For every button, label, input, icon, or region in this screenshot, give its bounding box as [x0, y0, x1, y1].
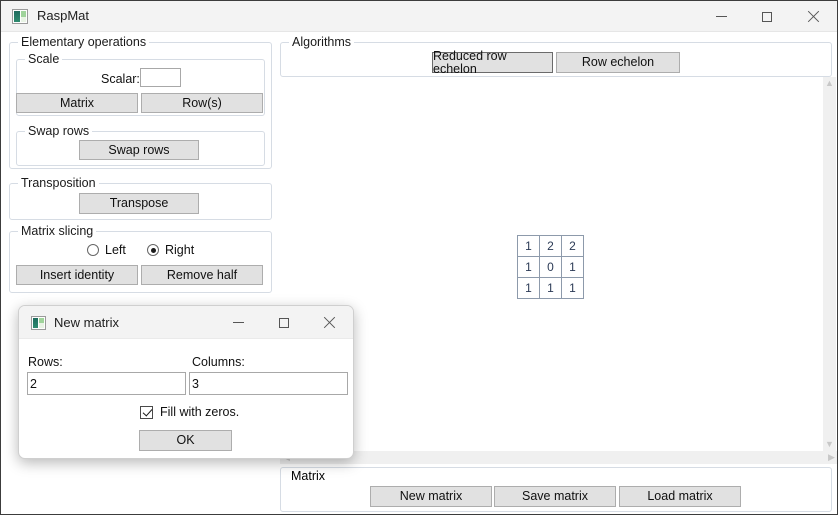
scalar-input[interactable]: [140, 68, 181, 87]
matrix-canvas[interactable]: 122101111: [280, 77, 825, 451]
matrix-cell-0-1[interactable]: 2: [540, 236, 561, 256]
rows-input[interactable]: 2: [27, 372, 186, 395]
scale-rows-button[interactable]: Row(s): [141, 93, 263, 113]
main-window: RaspMat Elementary operations Scale Scal…: [0, 0, 838, 515]
matrix-cell-1-0[interactable]: 1: [518, 257, 539, 277]
columns-input[interactable]: 3: [189, 372, 348, 395]
scale-matrix-button[interactable]: Matrix: [16, 93, 138, 113]
scale-title: Scale: [25, 52, 63, 66]
dialog-app-icon: [31, 316, 46, 330]
radio-right-label: Right: [165, 243, 195, 257]
dialog-close-button[interactable]: [306, 306, 351, 339]
elementary-operations-title: Elementary operations: [18, 35, 150, 49]
algorithms-title: Algorithms: [289, 35, 355, 49]
dialog-minimize-button[interactable]: [216, 306, 261, 339]
matrix-slicing-title: Matrix slicing: [18, 224, 97, 238]
scroll-up-icon[interactable]: ▲: [823, 77, 836, 90]
maximize-icon: [762, 11, 772, 22]
row-echelon-button[interactable]: Row echelon: [556, 52, 680, 73]
save-matrix-button[interactable]: Save matrix: [494, 486, 616, 507]
matrix-display[interactable]: 122101111: [517, 235, 584, 299]
vertical-scrollbar[interactable]: ▲ ▼: [823, 77, 836, 451]
scalar-label: Scalar:: [101, 72, 140, 86]
window-title: RaspMat: [37, 8, 90, 23]
dialog-title-bar: New matrix: [19, 306, 353, 339]
reduced-row-echelon-button[interactable]: Reduced row echelon: [432, 50, 553, 75]
matrix-group-title: Matrix: [288, 469, 329, 483]
minimize-button[interactable]: [698, 1, 744, 32]
close-icon: [807, 11, 819, 23]
remove-half-button[interactable]: Remove half: [141, 265, 263, 285]
load-matrix-button[interactable]: Load matrix: [619, 486, 741, 507]
new-matrix-button[interactable]: New matrix: [370, 486, 492, 507]
ok-button[interactable]: OK: [139, 430, 232, 451]
insert-identity-button[interactable]: Insert identity: [16, 265, 138, 285]
columns-label: Columns:: [192, 355, 245, 369]
matrix-cell-0-2[interactable]: 2: [562, 236, 583, 256]
radio-right[interactable]: Right: [147, 243, 194, 257]
swap-rows-title: Swap rows: [25, 124, 93, 138]
dialog-maximize-button[interactable]: [261, 306, 306, 339]
title-bar: RaspMat: [1, 1, 837, 32]
checkbox-indicator: [140, 405, 153, 419]
scroll-down-icon[interactable]: ▼: [823, 438, 836, 451]
radio-left-label: Left: [105, 243, 126, 257]
transpose-button[interactable]: Transpose: [79, 193, 199, 214]
close-button[interactable]: [790, 1, 836, 32]
matrix-cell-2-0[interactable]: 1: [518, 278, 539, 298]
horizontal-scrollbar[interactable]: ◀ ▶: [280, 451, 837, 464]
maximize-button[interactable]: [744, 1, 790, 32]
matrix-cell-2-1[interactable]: 1: [540, 278, 561, 298]
swap-rows-button[interactable]: Swap rows: [79, 140, 199, 160]
minimize-icon: [715, 16, 727, 17]
close-icon: [323, 317, 335, 329]
transposition-title: Transposition: [18, 176, 99, 190]
new-matrix-dialog: New matrix Rows: Columns: 2 3 Fill with …: [18, 305, 354, 459]
app-icon: [12, 9, 28, 24]
fill-with-zeros-label: Fill with zeros.: [160, 405, 240, 419]
matrix-cell-0-0[interactable]: 1: [518, 236, 539, 256]
radio-right-indicator: [147, 244, 159, 256]
matrix-cell-1-1[interactable]: 0: [540, 257, 561, 277]
fill-with-zeros-checkbox[interactable]: Fill with zeros.: [140, 405, 239, 419]
matrix-cell-2-2[interactable]: 1: [562, 278, 583, 298]
maximize-icon: [278, 317, 289, 328]
radio-left[interactable]: Left: [87, 243, 126, 257]
scroll-right-icon[interactable]: ▶: [825, 451, 837, 464]
minimize-icon: [233, 322, 244, 323]
dialog-title: New matrix: [54, 315, 120, 330]
matrix-cell-1-2[interactable]: 1: [562, 257, 583, 277]
radio-left-indicator: [87, 244, 99, 256]
rows-label: Rows:: [28, 355, 63, 369]
